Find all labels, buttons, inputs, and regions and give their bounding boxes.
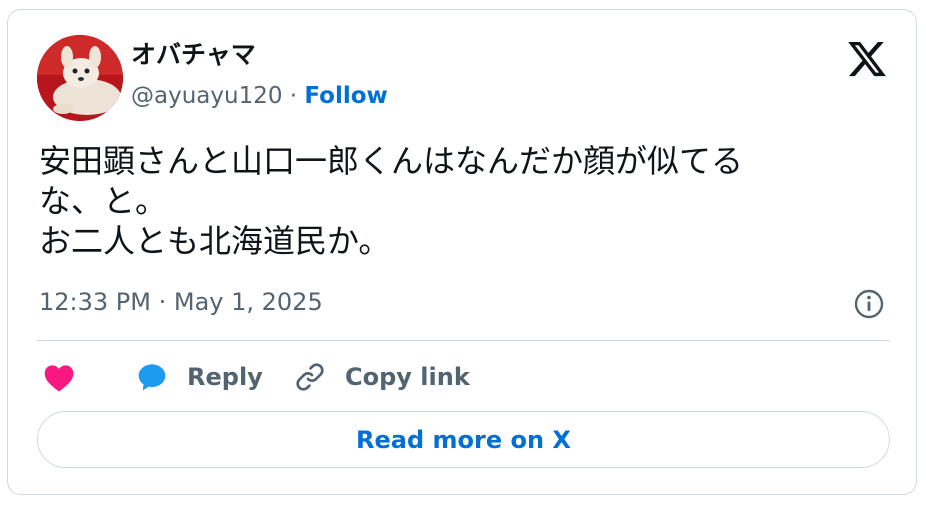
reply-label: Reply [187, 363, 263, 391]
copy-link-button[interactable]: Copy link [293, 359, 470, 395]
tweet-embed-card: オバチャマ @ayuayu120 · Follow 安田顕さんと山口一郎くんはな… [7, 9, 917, 495]
avatar-image [37, 35, 123, 121]
speech-bubble-icon [138, 364, 166, 391]
reply-button[interactable]: Reply [135, 359, 263, 395]
read-more-button[interactable]: Read more on X [37, 411, 890, 468]
separator-dot: · [282, 83, 305, 109]
x-logo-icon[interactable] [846, 38, 888, 80]
avatar[interactable] [37, 35, 123, 121]
divider [37, 340, 890, 341]
tweet-text: 安田顕さんと山口一郎くんはなんだか顔が似てる な、と。 お二人とも北海道民か。 [39, 141, 869, 261]
info-icon[interactable] [853, 288, 885, 320]
read-more-label: Read more on X [356, 425, 571, 454]
heart-icon [44, 365, 74, 392]
handle-row: @ayuayu120 · Follow [131, 85, 388, 108]
timestamp-link[interactable]: 12:33 PM · May 1, 2025 [39, 290, 323, 314]
user-handle[interactable]: @ayuayu120 [131, 83, 282, 109]
tweet-text-line: な、と。 [39, 182, 168, 220]
copy-link-label: Copy link [345, 363, 470, 391]
follow-link[interactable]: Follow [304, 83, 387, 109]
like-button[interactable] [42, 359, 76, 395]
tweet-text-line: お二人とも北海道民か。 [39, 222, 391, 260]
link-icon [296, 363, 324, 391]
display-name[interactable]: オバチャマ [131, 42, 256, 67]
tweet-text-line: 安田顕さんと山口一郎くんはなんだか顔が似てる [39, 142, 744, 180]
